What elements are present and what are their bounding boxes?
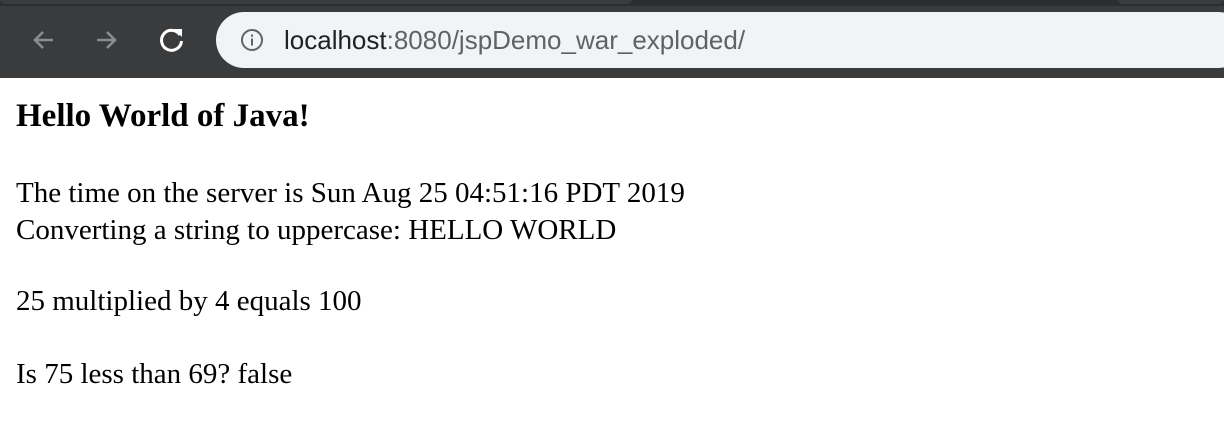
tab-edge-left [0, 0, 632, 4]
tab-edge-right [1118, 0, 1224, 4]
url-path: :8080/jspDemo_war_exploded/ [386, 25, 746, 55]
reload-button[interactable] [152, 20, 192, 60]
back-button[interactable] [24, 20, 64, 60]
multiply-text: 25 multiplied by 4 equals 100 [16, 285, 362, 317]
back-arrow-icon [33, 31, 53, 49]
address-bar[interactable]: localhost:8080/jspDemo_war_exploded/ [216, 12, 1224, 68]
forward-arrow-icon [97, 31, 117, 49]
server-time-text: The time on the server is Sun Aug 25 04:… [16, 177, 685, 209]
reload-icon [160, 28, 183, 52]
browser-toolbar: localhost:8080/jspDemo_war_exploded/ [0, 0, 1224, 78]
uppercase-text: Converting a string to uppercase: HELLO … [16, 214, 617, 246]
compare-text: Is 75 less than 69? false [16, 358, 293, 390]
forward-button[interactable] [86, 20, 126, 60]
page-heading: Hello World of Java! [16, 98, 310, 134]
address-url[interactable]: localhost:8080/jspDemo_war_exploded/ [284, 25, 745, 55]
tab-strip [0, 0, 1224, 6]
info-icon[interactable] [240, 28, 264, 52]
url-host: localhost [284, 25, 387, 55]
